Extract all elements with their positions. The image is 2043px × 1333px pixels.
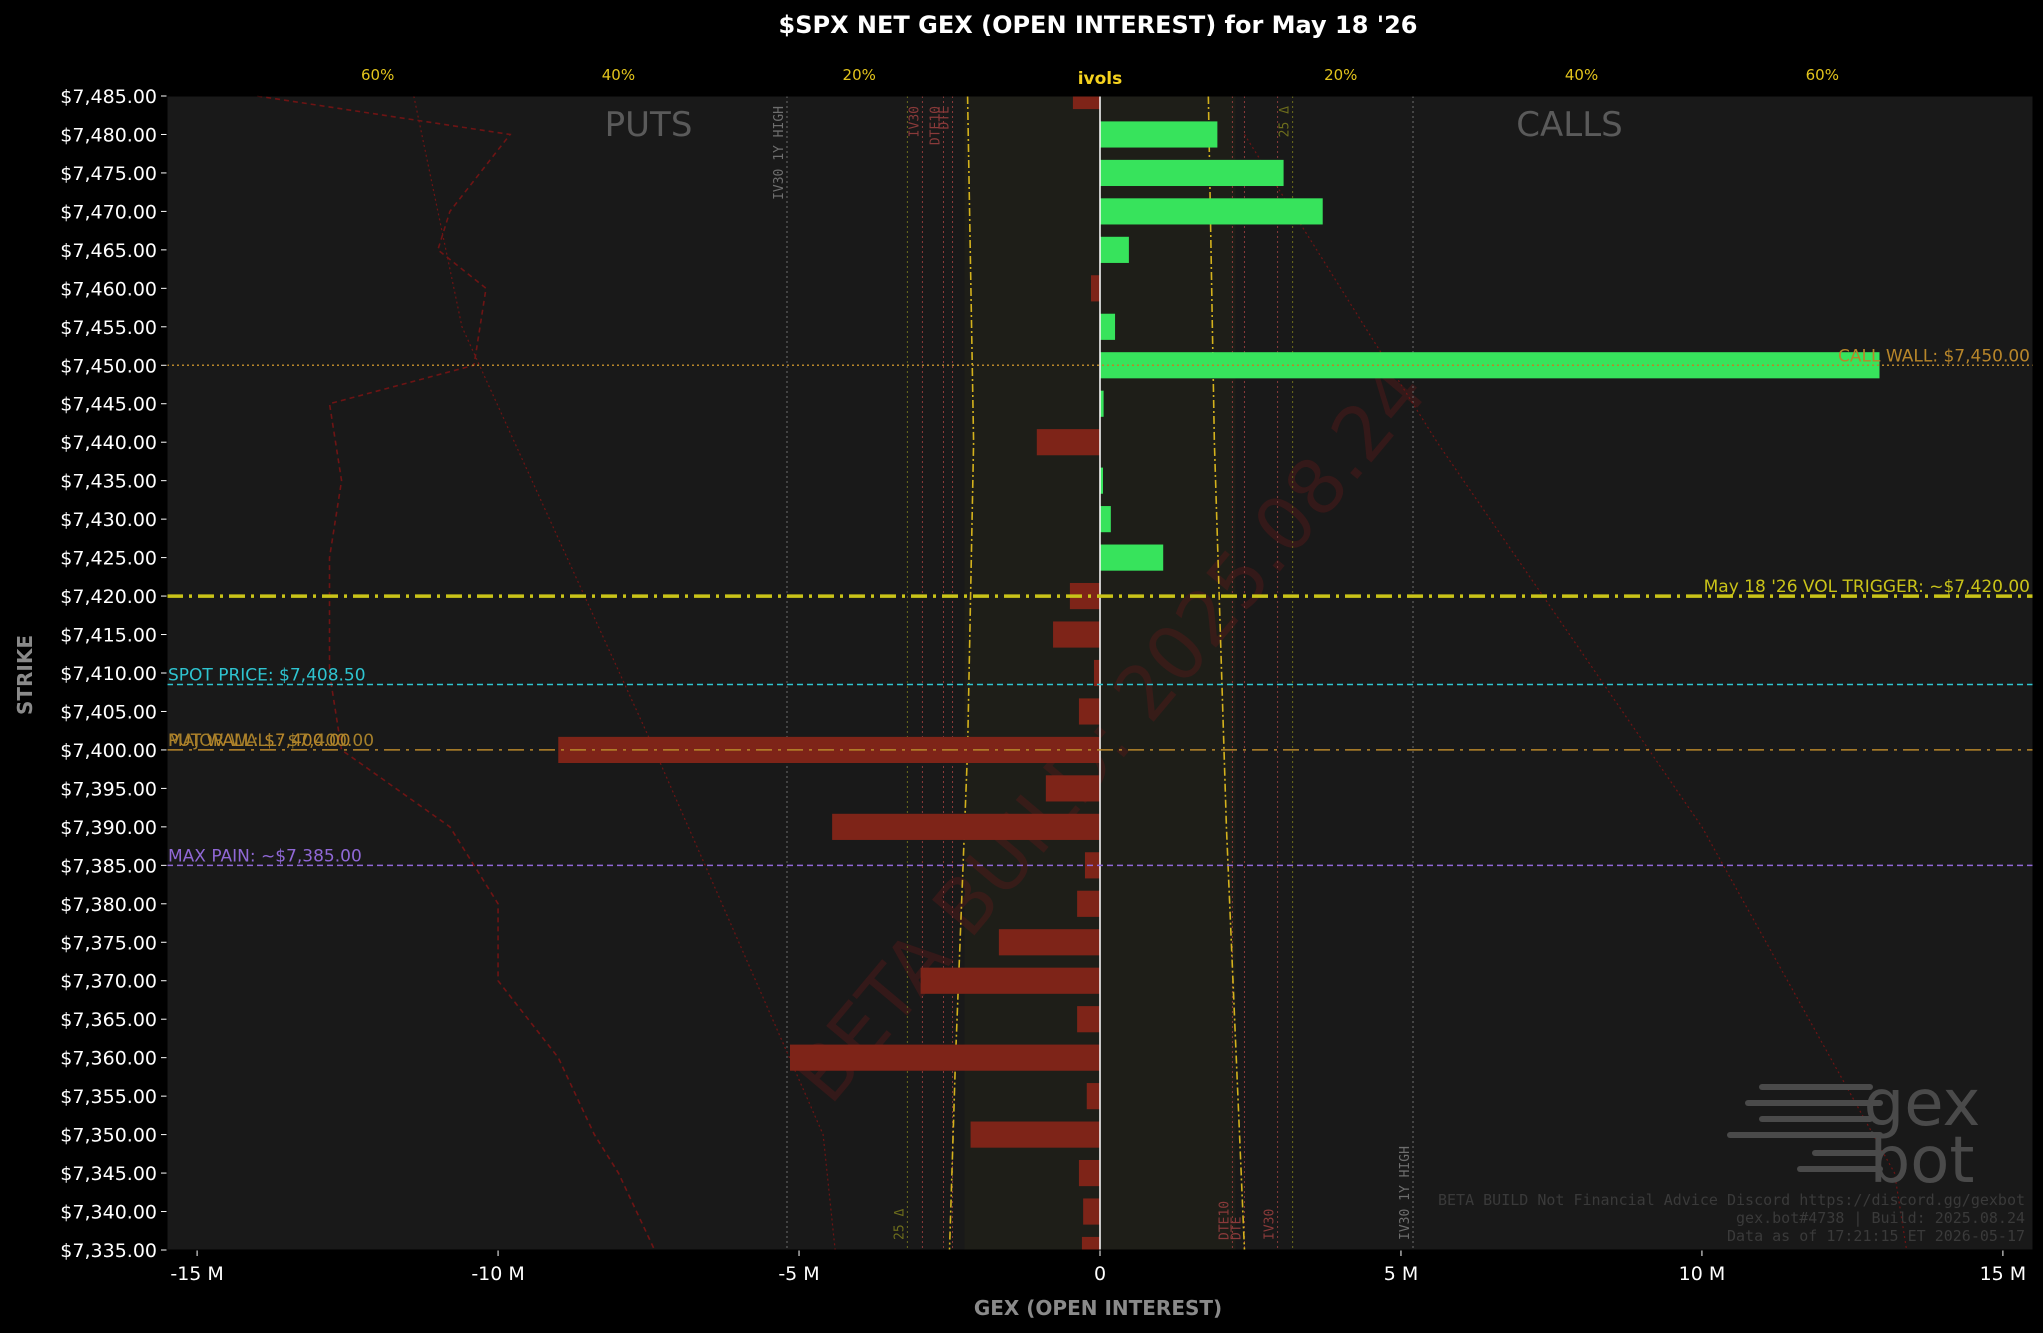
level-label-major-wall: MAJOR WALL: $7,400.00 <box>168 731 374 751</box>
y-tick-label: $7,395.00 <box>60 778 157 800</box>
y-tick-label: $7,485.00 <box>60 86 157 108</box>
gex-bar <box>1078 698 1100 725</box>
level-label-spot-price: SPOT PRICE: $7,408.50 <box>168 666 366 686</box>
y-tick-label: $7,455.00 <box>60 317 157 339</box>
x-tick-label: 15 M <box>1980 1263 2027 1285</box>
gex-bar <box>832 813 1100 840</box>
guide-label-dte-call-b: DTE <box>1229 1217 1244 1240</box>
gex-bar <box>1036 429 1100 456</box>
chart-title: $SPX NET GEX (OPEN INTEREST) for May 18 … <box>779 11 1418 39</box>
y-tick-label: $7,405.00 <box>60 701 157 723</box>
gex-bar <box>1100 198 1323 225</box>
gex-bar <box>1100 236 1129 263</box>
y-tick-label: $7,430.00 <box>60 509 157 531</box>
y-tick-label: $7,420.00 <box>60 586 157 608</box>
gex-bar <box>1081 1236 1100 1250</box>
y-tick-label: $7,460.00 <box>60 278 157 300</box>
y-tick-label: $7,410.00 <box>60 663 157 685</box>
x-tick-label: 10 M <box>1679 1263 1726 1285</box>
y-tick-label: $7,450.00 <box>60 355 157 377</box>
x-tick-label: -5 M <box>778 1263 819 1285</box>
gex-bar <box>1100 121 1218 148</box>
gex-bar <box>1072 96 1100 110</box>
y-axis-label: STRIKE <box>13 635 37 715</box>
y-tick-label: $7,465.00 <box>60 240 157 262</box>
level-label-call-wall: CALL WALL: $7,450.00 <box>1838 346 2030 366</box>
y-tick-label: $7,425.00 <box>60 548 157 570</box>
gex-bar <box>1100 544 1164 571</box>
ivol-tick-label: 40% <box>602 66 635 84</box>
y-tick-label: $7,370.00 <box>60 971 157 993</box>
ivol-tick-label: 20% <box>1324 66 1357 84</box>
guide-label-iv30-call: IV30 <box>1263 1209 1278 1240</box>
level-label-vol-trigger: May 18 '26 VOL TRIGGER: ~$7,420.00 <box>1704 577 2030 597</box>
gex-bar <box>970 1121 1100 1148</box>
x-tick-label: 0 <box>1094 1263 1106 1285</box>
y-tick-label: $7,360.00 <box>60 1048 157 1070</box>
puts-label: PUTS <box>605 105 693 145</box>
gex-bar <box>1077 890 1100 917</box>
x-tick-label: 5 M <box>1384 1263 1419 1285</box>
y-tick-label: $7,400.00 <box>60 740 157 762</box>
ivol-tick-label: 40% <box>1565 66 1598 84</box>
gex-bar <box>1086 1083 1100 1110</box>
y-tick-label: $7,355.00 <box>60 1086 157 1108</box>
gex-bar <box>1083 1198 1100 1225</box>
gex-bar <box>1053 621 1100 648</box>
gex-bar <box>1090 275 1100 302</box>
y-tick-label: $7,375.00 <box>60 932 157 954</box>
footer-line: Data as of 17:21:15 ET 2026-05-17 <box>1727 1227 2025 1245</box>
gex-bar <box>1045 775 1100 802</box>
y-tick-label: $7,335.00 <box>60 1240 157 1262</box>
gex-bar <box>1077 1006 1100 1033</box>
guide-label-dte-put-b: DTE <box>938 106 953 129</box>
guide-label-iv30-1y-high-call: IV30 1Y HIGH <box>1398 1146 1413 1240</box>
y-tick-label: $7,445.00 <box>60 394 157 416</box>
y-tick-label: $7,390.00 <box>60 817 157 839</box>
y-tick-label: $7,380.00 <box>60 894 157 916</box>
y-tick-label: $7,345.00 <box>60 1163 157 1185</box>
level-label-max-pain: MAX PAIN: ~$7,385.00 <box>168 846 362 866</box>
plot-area: BETA BUILD: 2025.08.24IV30 1Y HIGH IV30 DT… <box>60 66 2034 1285</box>
logo-word-bot: bot <box>1870 1124 1975 1198</box>
gex-bar <box>1100 506 1111 533</box>
gex-bar <box>998 929 1100 956</box>
y-tick-label: $7,475.00 <box>60 163 157 185</box>
ivol-tick-label: 60% <box>1806 66 1839 84</box>
ivols-axis-label: ivols <box>1078 69 1123 89</box>
y-tick-label: $7,340.00 <box>60 1202 157 1224</box>
footer-line: gex.bot#4738 | Build: 2025.08.24 <box>1736 1209 2025 1227</box>
x-tick-label: -10 M <box>471 1263 524 1285</box>
gex-bar <box>1100 159 1284 187</box>
gex-bar <box>920 967 1100 994</box>
ivol-tick-label: 60% <box>361 66 394 84</box>
y-tick-label: $7,470.00 <box>60 201 157 223</box>
guide-label-delta25-put: 25 Δ <box>892 1209 907 1240</box>
gex-bar <box>1100 313 1116 340</box>
y-tick-label: $7,435.00 <box>60 471 157 493</box>
gex-bar <box>790 1044 1100 1071</box>
guide-label-delta25-call: 25 Δ <box>1278 106 1293 137</box>
y-tick-label: $7,415.00 <box>60 625 157 647</box>
y-tick-label: $7,440.00 <box>60 432 157 454</box>
guide-label-iv30-1y-high-put: IV30 1Y HIGH <box>772 106 787 200</box>
footer-line: BETA BUILD Not Financial Advice Discord … <box>1438 1191 2025 1209</box>
ivol-tick-label: 20% <box>843 66 876 84</box>
guide-label-iv30-put: IV30 <box>907 106 922 137</box>
y-tick-label: $7,365.00 <box>60 1009 157 1031</box>
x-tick-label: -15 M <box>170 1263 223 1285</box>
calls-label: CALLS <box>1516 105 1622 145</box>
gex-bar <box>1093 659 1100 687</box>
gex-chart: $SPX NET GEX (OPEN INTEREST) for May 18 … <box>0 0 2043 1333</box>
y-tick-label: $7,480.00 <box>60 124 157 146</box>
y-tick-label: $7,350.00 <box>60 1125 157 1147</box>
x-axis-label: GEX (OPEN INTEREST) <box>974 1296 1222 1320</box>
gex-bar <box>1078 1159 1100 1187</box>
y-tick-label: $7,385.00 <box>60 855 157 877</box>
